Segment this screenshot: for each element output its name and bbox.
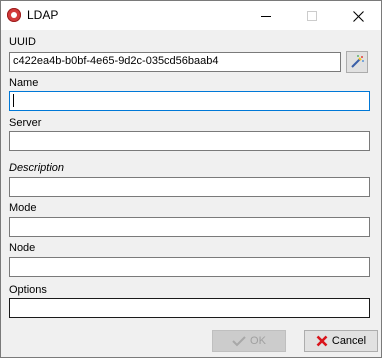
checkmark-icon (232, 336, 246, 347)
text-caret (13, 94, 14, 107)
node-label: Node (9, 242, 36, 254)
maximize-icon (307, 11, 317, 22)
generate-uuid-button[interactable] (346, 51, 368, 73)
ldap-dialog: LDAP UUID c422ea4b-b0bf-4e65-9d2c-035cd5… (0, 0, 382, 358)
x-icon (316, 335, 328, 347)
ok-button[interactable]: OK (212, 330, 286, 352)
app-logo-icon (7, 8, 21, 22)
maximize-button[interactable] (289, 1, 335, 30)
mode-field[interactable] (9, 217, 370, 237)
uuid-value: c422ea4b-b0bf-4e65-9d2c-035cd56baab4 (13, 55, 219, 67)
server-field[interactable] (9, 131, 370, 151)
node-field[interactable] (9, 257, 370, 277)
name-label: Name (9, 77, 39, 89)
title-bar: LDAP (1, 1, 381, 30)
options-label: Options (9, 284, 47, 296)
close-button[interactable] (335, 1, 381, 30)
options-field[interactable] (9, 298, 370, 318)
cancel-button[interactable]: Cancel (304, 330, 378, 352)
cancel-label: Cancel (331, 335, 367, 347)
uuid-label: UUID (9, 36, 36, 48)
description-field[interactable] (9, 177, 370, 197)
minimize-icon (261, 15, 271, 17)
close-icon (352, 10, 364, 22)
description-label: Description (9, 162, 65, 174)
window-title: LDAP (27, 8, 59, 22)
uuid-field[interactable]: c422ea4b-b0bf-4e65-9d2c-035cd56baab4 (9, 52, 341, 72)
minimize-button[interactable] (243, 1, 289, 30)
magic-wand-icon (351, 55, 364, 68)
name-field[interactable] (9, 91, 370, 111)
mode-label: Mode (9, 202, 37, 214)
ok-label: OK (250, 335, 266, 347)
server-label: Server (9, 117, 42, 129)
